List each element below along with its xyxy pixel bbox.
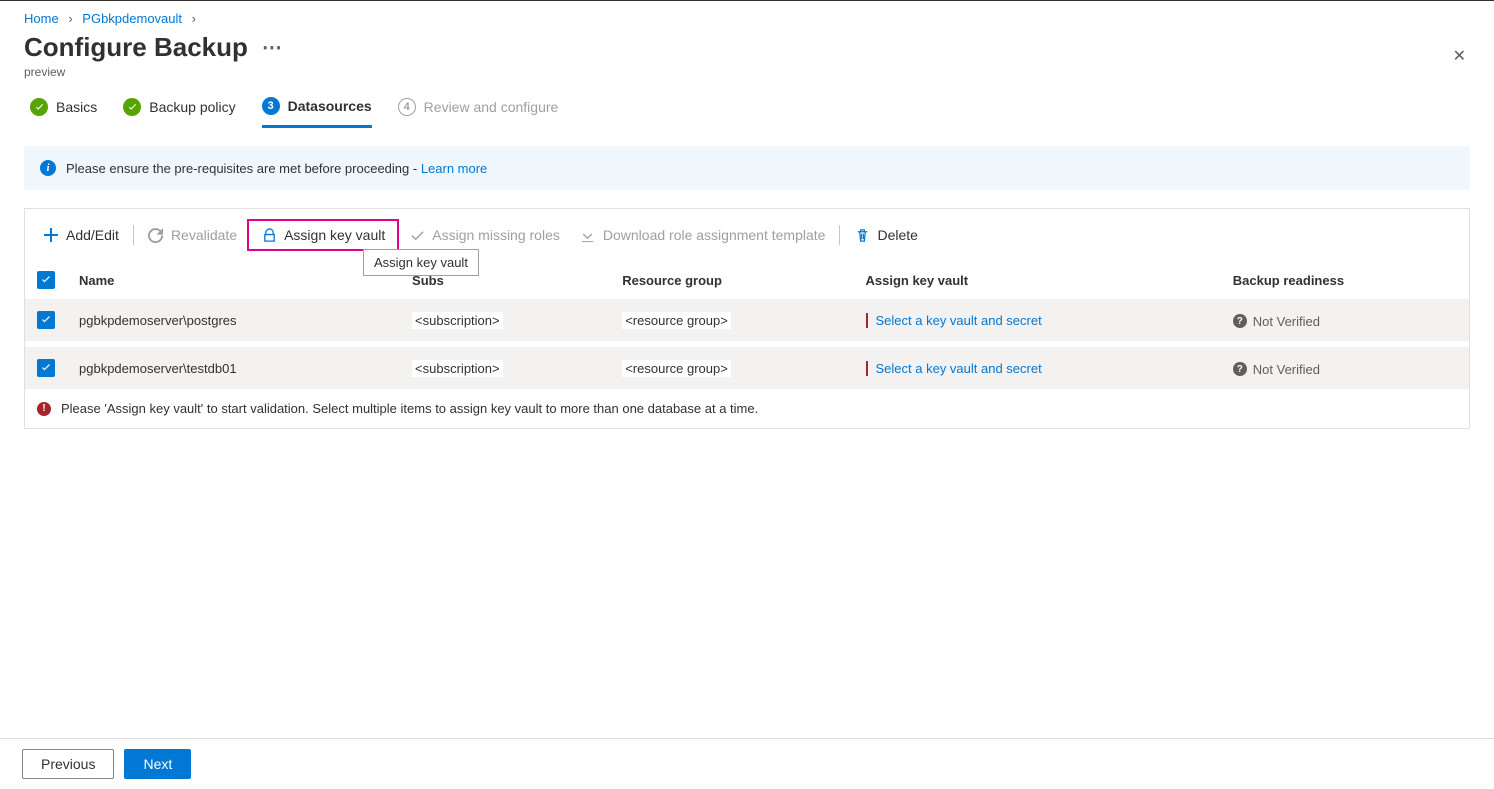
revalidate-label: Revalidate — [171, 227, 237, 243]
step-review: 4 Review and configure — [398, 98, 559, 126]
info-icon: i — [40, 160, 56, 176]
page-title: Configure Backup — [24, 32, 248, 63]
status-badge: ? Not Verified — [1233, 314, 1320, 329]
question-icon: ? — [1233, 362, 1247, 376]
previous-button[interactable]: Previous — [22, 749, 114, 779]
row-checkbox[interactable] — [37, 359, 55, 377]
delete-button[interactable]: Delete — [844, 223, 927, 247]
tooltip: Assign key vault — [363, 249, 479, 276]
breadcrumb-home[interactable]: Home — [24, 11, 59, 26]
status-badge: ? Not Verified — [1233, 362, 1320, 377]
assign-missing-roles-label: Assign missing roles — [432, 227, 560, 243]
table-row[interactable]: pgbkpdemoserver\testdb01 <subscription> … — [25, 344, 1469, 389]
step-backup-policy[interactable]: Backup policy — [123, 98, 235, 126]
select-key-vault-link[interactable]: Select a key vault and secret — [866, 313, 1042, 328]
wizard-steps: Basics Backup policy 3 Datasources 4 Rev… — [0, 79, 1494, 128]
step-datasources-label: Datasources — [288, 98, 372, 114]
warning-text: Please 'Assign key vault' to start valid… — [61, 401, 758, 416]
step-basics[interactable]: Basics — [30, 98, 97, 126]
next-button[interactable]: Next — [124, 749, 191, 779]
separator — [839, 225, 840, 245]
toolbar: Add/Edit Revalidate Assign key vault Ass… — [25, 209, 1469, 261]
lock-icon — [261, 227, 277, 243]
assign-key-vault-button[interactable]: Assign key vault — [251, 223, 395, 247]
row-name: pgbkpdemoserver\testdb01 — [67, 344, 400, 389]
status-text: Not Verified — [1253, 314, 1320, 329]
step-number-icon: 4 — [398, 98, 416, 116]
ellipsis-icon[interactable]: ⋯ — [262, 35, 283, 60]
table-row[interactable]: pgbkpdemoserver\postgres <subscription> … — [25, 299, 1469, 344]
col-readiness: Backup readiness — [1221, 261, 1469, 299]
status-text: Not Verified — [1253, 362, 1320, 377]
add-edit-label: Add/Edit — [66, 227, 119, 243]
download-template-label: Download role assignment template — [603, 227, 826, 243]
step-number-icon: 3 — [262, 97, 280, 115]
delete-label: Delete — [877, 227, 917, 243]
col-resource-group: Resource group — [610, 261, 853, 299]
row-subscription: <subscription> — [412, 360, 503, 377]
refresh-icon — [148, 227, 164, 243]
page-subtitle: preview — [24, 65, 283, 79]
row-subscription: <subscription> — [412, 312, 503, 329]
separator — [133, 225, 134, 245]
row-name: pgbkpdemoserver\postgres — [67, 299, 400, 344]
step-basics-label: Basics — [56, 99, 97, 115]
download-template-button: Download role assignment template — [570, 223, 836, 247]
row-checkbox[interactable] — [37, 311, 55, 329]
breadcrumb: Home › PGbkpdemovault › — [0, 1, 1494, 32]
step-datasources[interactable]: 3 Datasources — [262, 97, 372, 128]
step-review-label: Review and configure — [424, 99, 559, 115]
row-resource-group: <resource group> — [622, 360, 731, 377]
assign-missing-roles-button: Assign missing roles — [399, 223, 570, 247]
select-key-vault-link[interactable]: Select a key vault and secret — [866, 361, 1042, 376]
select-all-checkbox[interactable] — [37, 271, 55, 289]
info-text: Please ensure the pre-requisites are met… — [66, 161, 421, 176]
datasources-table: Name Subs Resource group Assign key vaul… — [25, 261, 1469, 389]
check-icon — [123, 98, 141, 116]
chevron-right-icon: › — [68, 11, 72, 26]
col-name: Name — [67, 261, 400, 299]
learn-more-link[interactable]: Learn more — [421, 161, 487, 176]
step-policy-label: Backup policy — [149, 99, 235, 115]
error-icon: ! — [37, 402, 51, 416]
check-icon — [409, 227, 425, 243]
breadcrumb-vault[interactable]: PGbkpdemovault — [82, 11, 182, 26]
download-icon — [580, 227, 596, 243]
chevron-right-icon: › — [192, 11, 196, 26]
footer-actions: Previous Next — [0, 738, 1494, 789]
check-icon — [30, 98, 48, 116]
row-resource-group: <resource group> — [622, 312, 731, 329]
question-icon: ? — [1233, 314, 1247, 328]
assign-key-vault-label: Assign key vault — [284, 227, 385, 243]
close-icon[interactable]: ✕ — [1449, 42, 1470, 70]
highlight-annotation: Assign key vault — [247, 219, 399, 251]
add-edit-button[interactable]: Add/Edit — [33, 223, 129, 247]
validation-warning: ! Please 'Assign key vault' to start val… — [25, 389, 1469, 428]
revalidate-button: Revalidate — [138, 223, 247, 247]
plus-icon — [43, 227, 59, 243]
trash-icon — [854, 227, 870, 243]
info-banner: i Please ensure the pre-requisites are m… — [24, 146, 1470, 190]
col-key-vault: Assign key vault — [854, 261, 1221, 299]
